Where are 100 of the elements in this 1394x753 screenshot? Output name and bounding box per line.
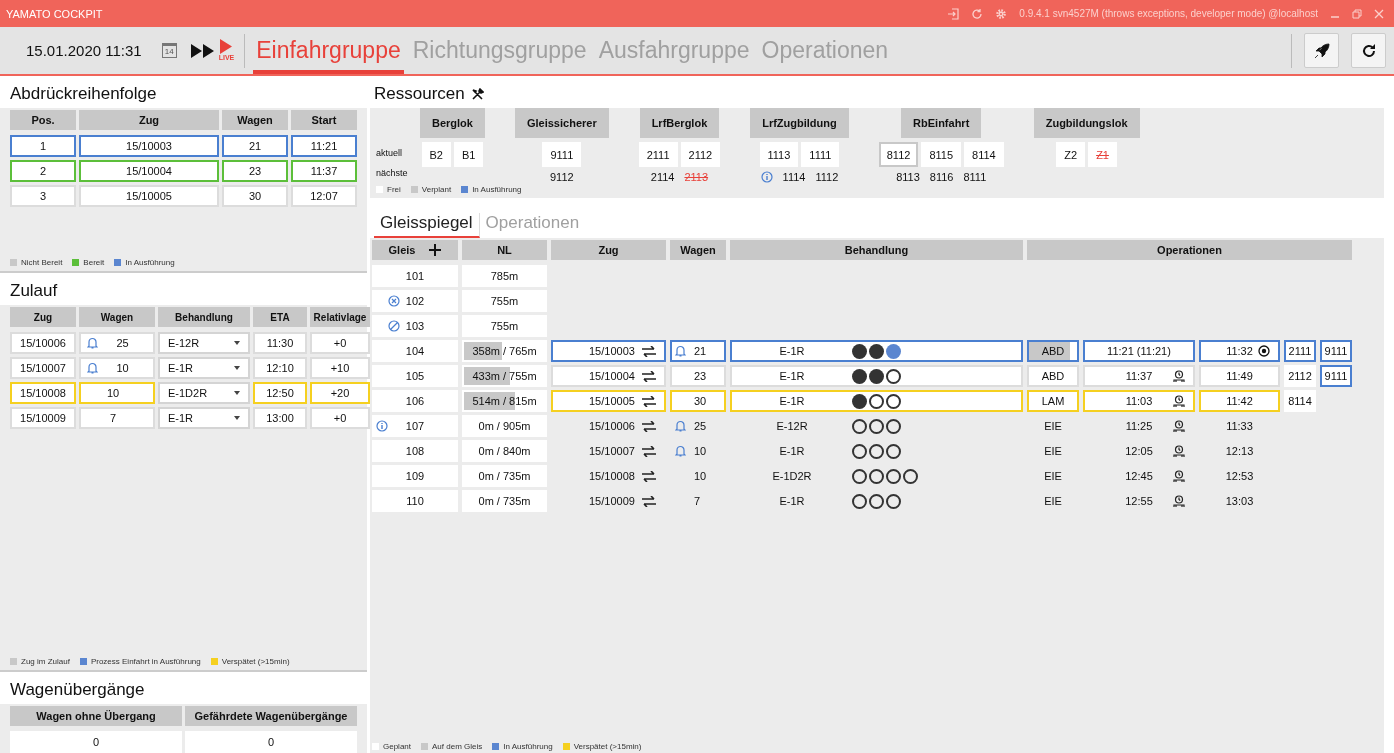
resource-item[interactable]: 2111 [638, 142, 678, 167]
resource-item[interactable]: 8112 [878, 142, 919, 167]
table-cell: 8114 [1284, 390, 1316, 412]
treatment-dropdown[interactable]: E-1R [158, 357, 250, 380]
swap-icon[interactable] [642, 420, 656, 432]
resource-item[interactable]: 8114 [964, 142, 1004, 167]
swap-icon[interactable] [642, 370, 656, 382]
window-title: YAMATO COCKPIT [6, 7, 103, 20]
table-cell: 23 [222, 160, 288, 182]
step-indicator [869, 493, 884, 509]
legend-label: Verspätet (>15min) [573, 742, 642, 751]
section-title: Zulauf [9, 280, 59, 303]
track-length: 0m / 840m [478, 445, 531, 457]
track-length: 755m [490, 295, 519, 307]
swap-icon[interactable] [642, 495, 656, 507]
track-length: 358m / 765m [472, 345, 537, 357]
wagon-count: 30 [694, 395, 707, 407]
table-cell: 13:00 [253, 407, 307, 430]
play-icon[interactable] [220, 39, 233, 54]
calendar-button[interactable]: 14 [161, 43, 177, 58]
legend-label: Verplant [421, 185, 452, 194]
refresh-icon [1360, 42, 1377, 59]
rocket-button[interactable] [1304, 33, 1339, 68]
step-indicator [886, 343, 901, 359]
end-time: 11:32 [1226, 345, 1253, 357]
step-indicator [869, 393, 884, 409]
swap-icon[interactable] [642, 470, 656, 482]
step-indicator [886, 418, 901, 434]
treatment-dropdown[interactable]: E-12R [158, 332, 250, 355]
train-number: 15/10003 [589, 345, 635, 357]
table-cell: 9111 [1320, 365, 1352, 387]
resource-item[interactable]: B2 [421, 142, 451, 167]
swap-icon[interactable] [642, 345, 656, 357]
table-cell: 15/10008 [10, 382, 76, 405]
resource-item[interactable]: 9111 [542, 142, 582, 167]
wagon-count: 7 [108, 412, 118, 425]
step-indicator [852, 418, 867, 434]
legend-label: Frei [387, 185, 401, 194]
track-number: 106 [405, 395, 425, 407]
resource-item[interactable]: Z2 [1056, 142, 1086, 167]
start-time: 11:21 (11:21) [1107, 345, 1171, 357]
legend-label: Prozess Einfahrt in Ausführung [90, 657, 201, 666]
wagon-count: 7 [694, 495, 701, 507]
table-cell: 3 [10, 185, 76, 207]
treatment-dropdown[interactable]: E-1R [158, 407, 250, 430]
resource-item[interactable]: 8115 [921, 142, 962, 167]
column-header: Gleis [388, 244, 416, 256]
column-header: Pos. [10, 110, 76, 130]
add-icon[interactable] [429, 244, 442, 256]
end-time: 11:49 [1226, 370, 1253, 382]
legend-label: Verspätet (>15min) [221, 657, 290, 666]
wagon-count: 10 [694, 445, 707, 457]
step-indicator [852, 343, 867, 359]
next-resource: 8116 [929, 170, 954, 183]
track-number: 101 [405, 270, 425, 282]
wagon-count: 23 [694, 370, 707, 382]
start-time: 12:05 [1125, 445, 1153, 457]
legend-label: Auf dem Gleis [432, 742, 483, 751]
legend-label: Geplant [383, 742, 412, 751]
operation-code: EIE [1044, 445, 1062, 457]
treatment-dropdown[interactable]: E-1D2R [158, 382, 250, 405]
caret-icon [234, 341, 240, 346]
track-number: 110 [406, 495, 424, 507]
swap-icon[interactable] [642, 445, 656, 457]
info-icon[interactable] [760, 170, 773, 183]
resource-group-header: RbEinfahrt [901, 108, 982, 138]
resource-group-header: Berglok [420, 108, 485, 138]
resource-item[interactable]: 1113 [759, 142, 799, 167]
track-number: 107 [405, 420, 425, 432]
fast-forward-icon[interactable] [190, 43, 215, 58]
swap-icon[interactable] [642, 395, 656, 407]
end-time: 12:53 [1225, 470, 1254, 482]
refresh-button[interactable] [1351, 33, 1386, 68]
version-info: 0.9.4.1 svn4527M (throws exceptions, developer mode) @localhost [1019, 8, 1318, 19]
train-number: 15/10008 [589, 470, 635, 482]
start-time: 11:37 [1125, 370, 1153, 382]
track-length: 0m / 735m [478, 495, 531, 507]
table-cell: 15/10003 [79, 135, 219, 157]
resource-item[interactable]: 1111 [801, 142, 840, 167]
resource-item[interactable]: Z1 [1088, 142, 1117, 167]
section-title: Ressourcen [374, 84, 465, 104]
table-cell: 11:21 [291, 135, 357, 157]
track-number: 103 [405, 320, 425, 332]
resource-item[interactable]: 2112 [680, 142, 721, 167]
end-time: 13:03 [1225, 495, 1254, 507]
table-cell: 2112 [1284, 365, 1316, 387]
step-indicator [852, 368, 867, 384]
table-cell: +10 [310, 357, 370, 380]
treatment-code: E-1R [778, 445, 806, 457]
resource-item[interactable]: B1 [454, 142, 484, 167]
caret-icon [234, 391, 240, 396]
cancel-icon[interactable] [388, 295, 400, 307]
operation-code: LAM [1041, 395, 1065, 407]
column-header: Behandlung [730, 240, 1023, 260]
tools-icon[interactable] [470, 87, 484, 101]
train-number: 15/10007 [589, 445, 635, 457]
table-cell: 12:50 [253, 382, 307, 405]
train-number: 15/10006 [589, 420, 635, 432]
info-icon[interactable] [376, 420, 388, 432]
blocked-icon[interactable] [388, 320, 400, 332]
